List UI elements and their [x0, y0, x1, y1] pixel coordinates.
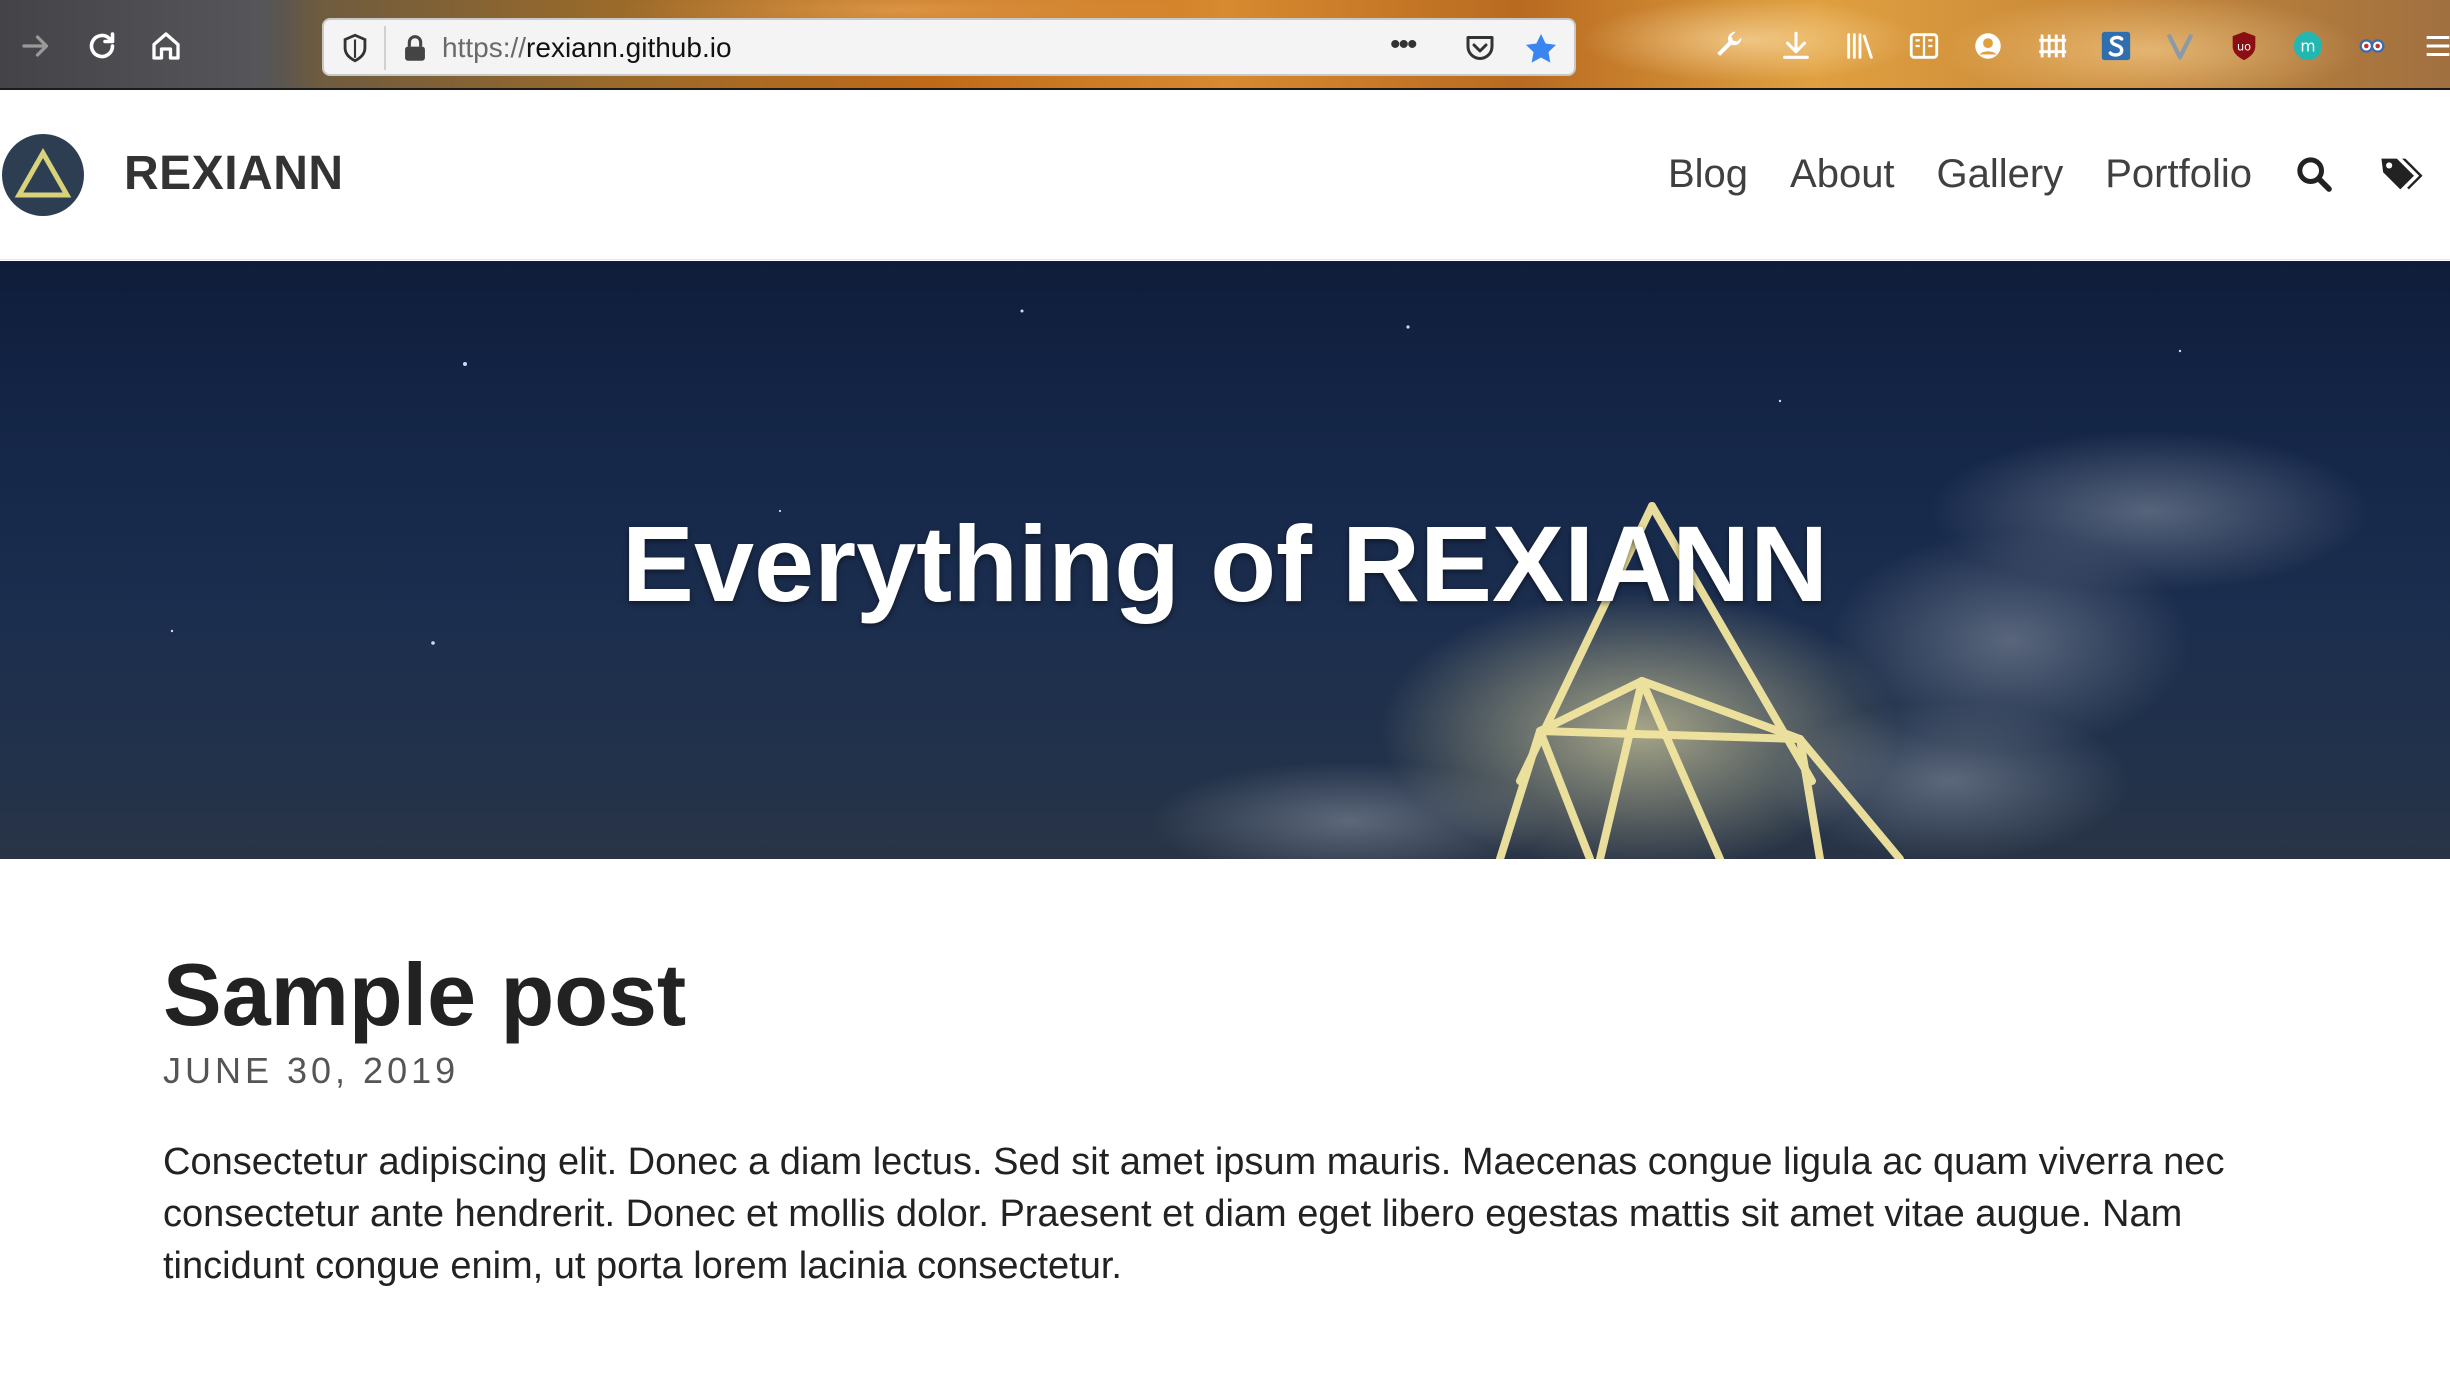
overflow-menu-icon[interactable] — [2420, 28, 2450, 64]
lock-icon[interactable] — [398, 31, 432, 65]
hero-title: Everything of REXIANN — [621, 503, 1829, 624]
main-nav: Blog About Gallery Portfolio — [1626, 144, 2450, 204]
tracking-protection-shield-icon[interactable] — [338, 31, 372, 65]
reload-button[interactable] — [80, 24, 124, 68]
post-title[interactable]: Sample post — [163, 940, 2313, 1050]
svg-text:uo: uo — [2237, 39, 2251, 53]
m-extension-icon[interactable]: m — [2290, 28, 2326, 64]
hero-banner: Everything of REXIANN — [0, 261, 2450, 859]
reload-icon — [89, 32, 115, 59]
owl-extension-icon[interactable] — [2354, 28, 2390, 64]
address-bar-divider — [384, 26, 386, 70]
s-extension-icon[interactable] — [2098, 28, 2134, 64]
address-bar[interactable]: https://rexiann.github.io ••• — [322, 18, 1576, 76]
ublock-icon[interactable]: uo — [2226, 28, 2262, 64]
post-excerpt: Consectetur adipiscing elit. Donec a dia… — [163, 1141, 2225, 1287]
forward-button[interactable] — [14, 24, 58, 68]
nav-link-portfolio[interactable]: Portfolio — [2105, 152, 2252, 197]
home-button[interactable] — [144, 24, 188, 68]
url-scheme: https:// — [442, 32, 527, 63]
triangle-logo-icon — [14, 147, 72, 198]
library-icon[interactable] — [1842, 28, 1878, 64]
nav-link-about[interactable]: About — [1790, 152, 1895, 197]
arrow-right-icon — [22, 35, 49, 57]
account-icon[interactable] — [1970, 28, 2006, 64]
grid-extension-icon[interactable] — [2034, 28, 2070, 64]
site-logo[interactable] — [2, 134, 84, 216]
page-actions-menu-icon[interactable]: ••• — [1390, 30, 1430, 66]
tags-icon[interactable] — [2376, 152, 2428, 196]
nav-link-blog[interactable]: Blog — [1668, 152, 1748, 197]
svg-text:m: m — [2300, 38, 2315, 56]
wrench-icon[interactable] — [1712, 28, 1748, 64]
home-icon — [152, 32, 180, 60]
browser-toolbar: https://rexiann.github.io ••• uo m — [0, 0, 2450, 90]
url-text[interactable]: https://rexiann.github.io — [442, 32, 732, 64]
nav-link-gallery[interactable]: Gallery — [1937, 152, 2064, 197]
site-brand[interactable]: REXIANN — [124, 146, 344, 201]
v-extension-icon[interactable] — [2162, 28, 2198, 64]
search-icon[interactable] — [2292, 152, 2336, 196]
post-preview: Sample post JUNE 30, 2019 Consectetur ad… — [163, 940, 2313, 1292]
url-host: rexiann.github.io — [526, 32, 732, 63]
site-navbar: REXIANN Blog About Gallery Portfolio — [0, 90, 2450, 260]
post-date: JUNE 30, 2019 — [163, 1050, 460, 1091]
reader-view-icon[interactable] — [1906, 28, 1942, 64]
download-icon[interactable] — [1778, 28, 1814, 64]
pocket-icon[interactable] — [1462, 30, 1498, 66]
bookmark-star-icon[interactable] — [1522, 30, 1560, 68]
